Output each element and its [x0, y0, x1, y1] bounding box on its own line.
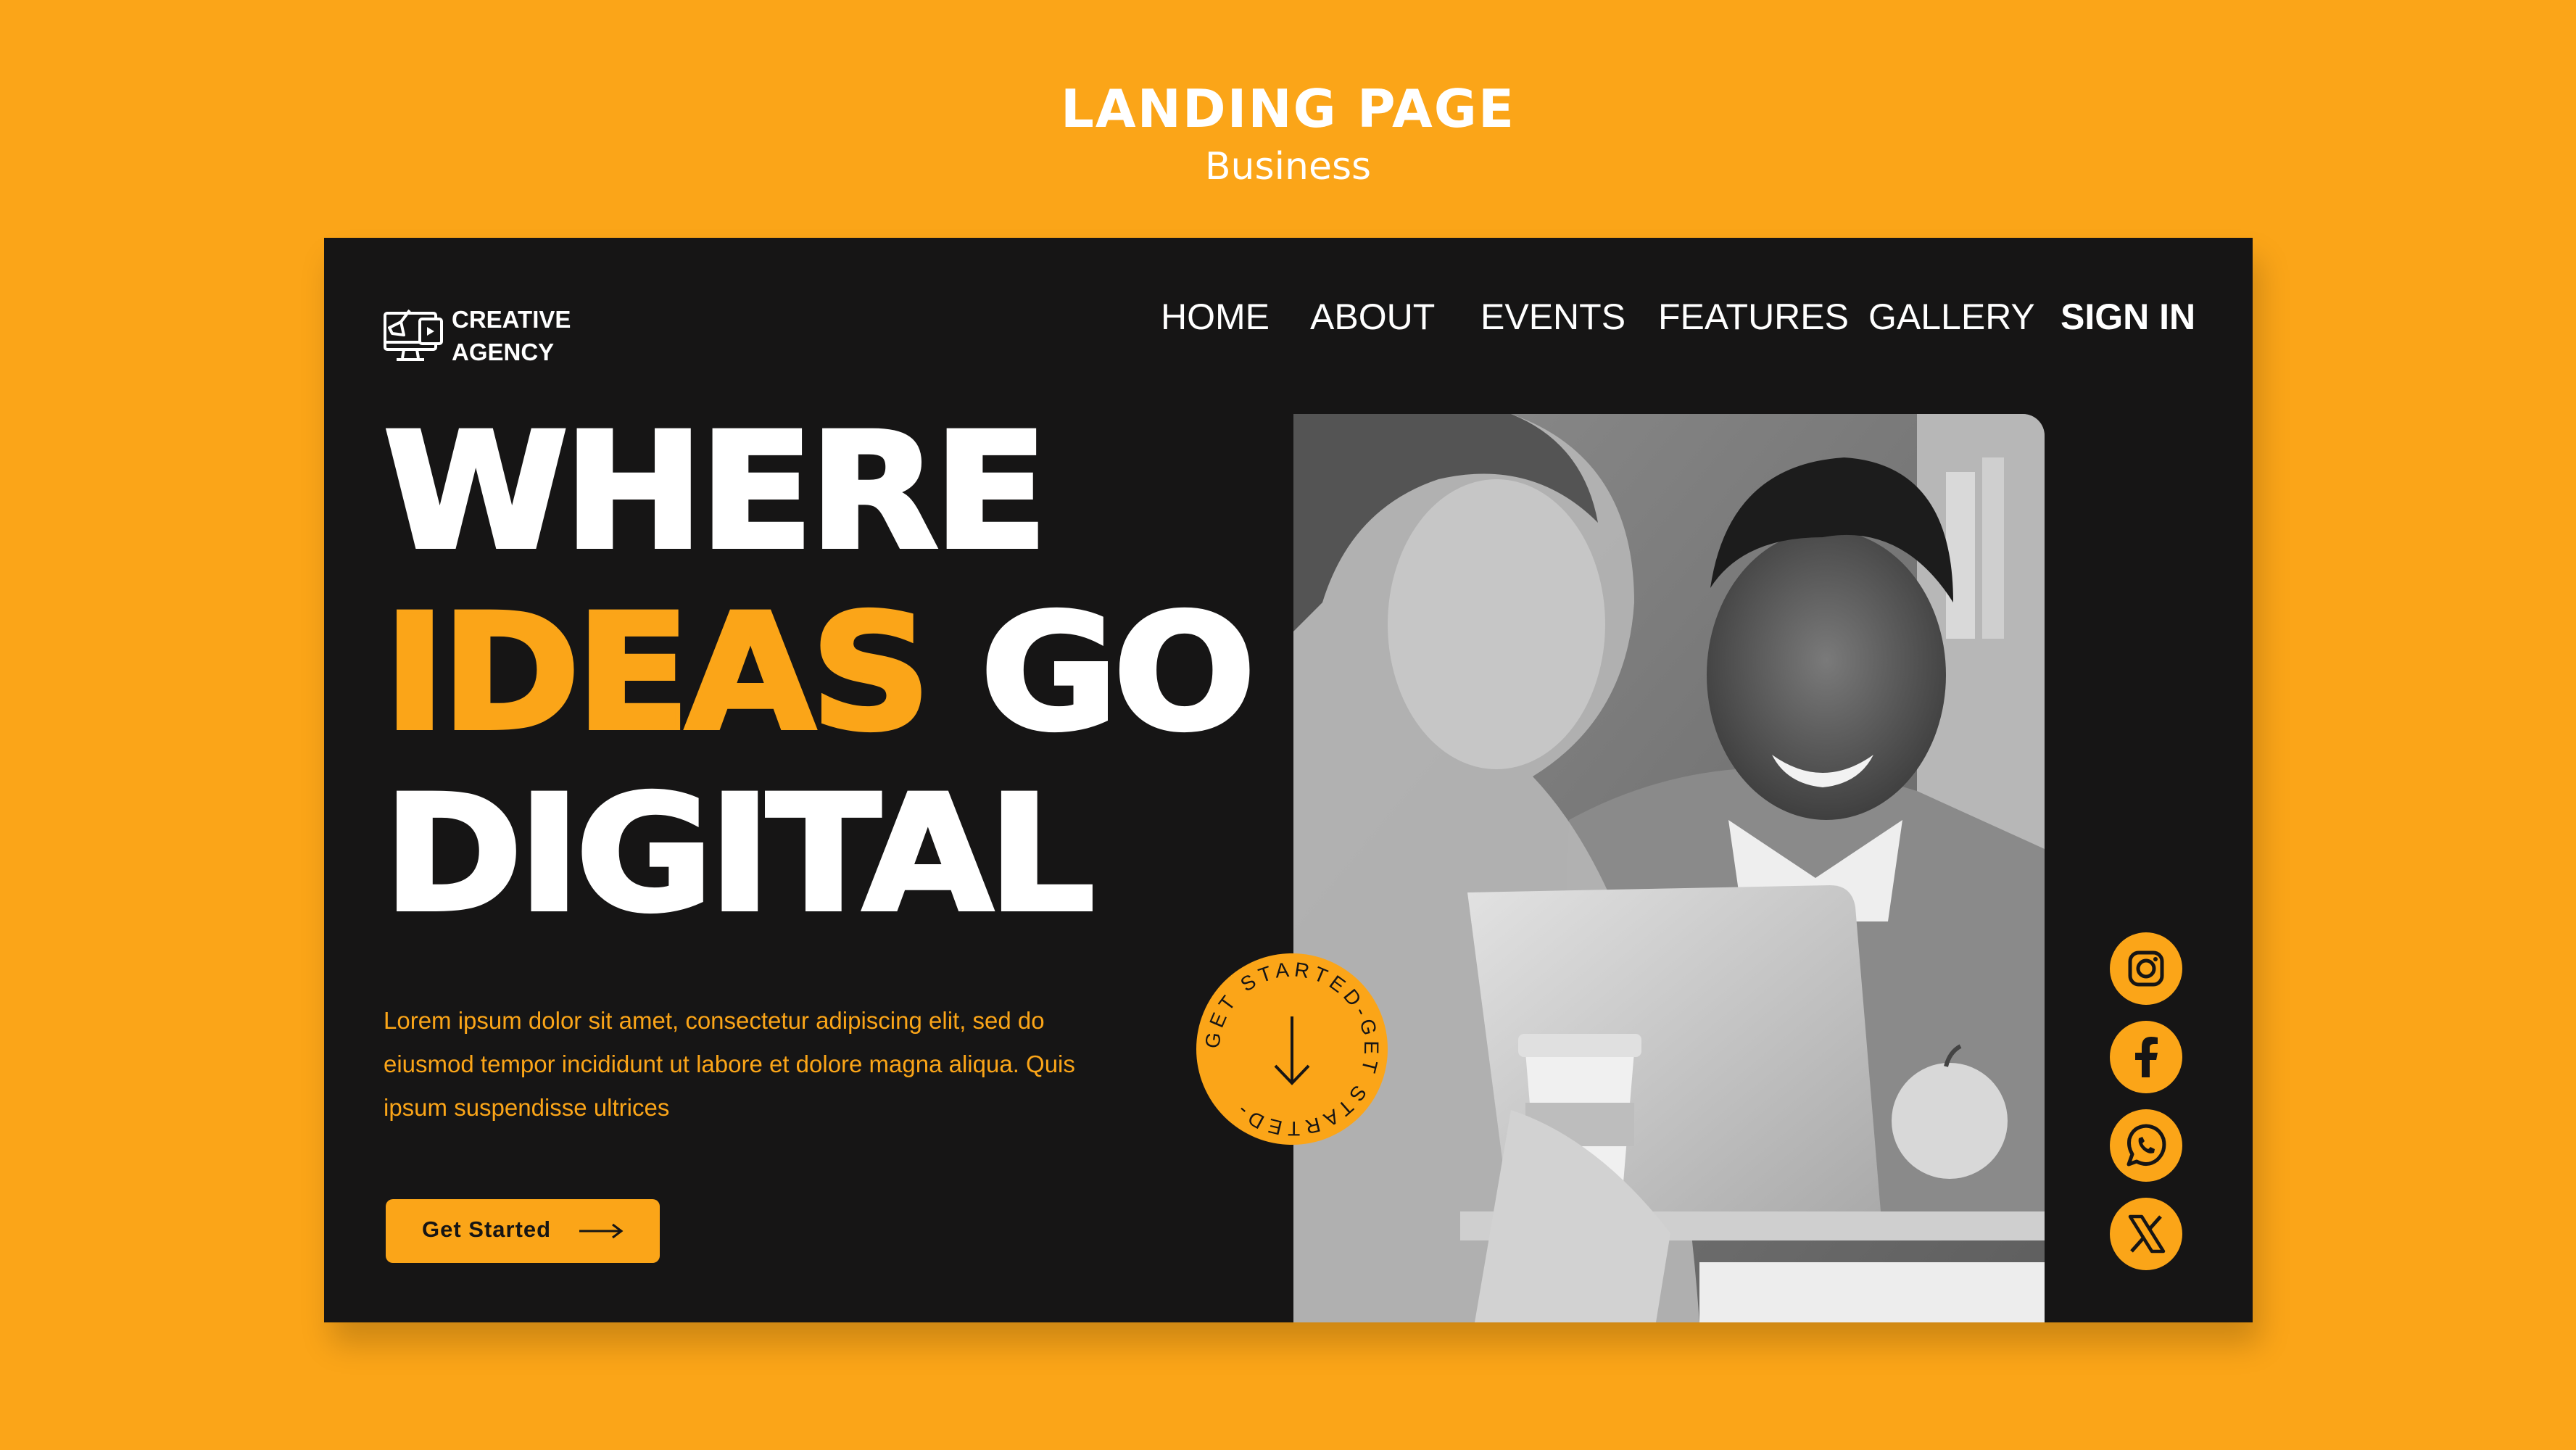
- whatsapp-icon: [2126, 1124, 2166, 1167]
- computer-megaphone-icon: [384, 309, 443, 361]
- nav-features[interactable]: FEATURES: [1658, 296, 1849, 338]
- x-icon: [2128, 1214, 2166, 1254]
- facebook-icon: [2135, 1037, 2158, 1077]
- x-button[interactable]: [2110, 1198, 2182, 1270]
- nav-about[interactable]: ABOUT: [1310, 296, 1435, 338]
- brand-name-line2: AGENCY: [452, 339, 555, 365]
- sign-in-link[interactable]: SIGN IN: [2061, 296, 2195, 338]
- get-started-label: Get Started: [422, 1217, 552, 1242]
- hero-photo: [1293, 414, 2045, 1322]
- arrow-right-icon: [579, 1223, 624, 1239]
- hero-headline-line2: IDEAS GO: [381, 591, 1258, 755]
- nav-events[interactable]: EVENTS: [1480, 296, 1625, 338]
- hero-headline-line1: WHERE: [381, 399, 1051, 584]
- page-header-title: LANDING PAGE: [1061, 78, 1515, 139]
- hero-headline-line3: DIGITAL: [381, 761, 1097, 947]
- get-started-button[interactable]: Get Started: [386, 1199, 660, 1263]
- instagram-button[interactable]: [2110, 932, 2182, 1005]
- get-started-badge[interactable]: GET STARTED-GET STARTED-: [1194, 951, 1390, 1147]
- brand-logo[interactable]: CREATIVE AGENCY: [382, 296, 614, 368]
- hero-description: Lorem ipsum dolor sit amet, consectetur …: [384, 1007, 1075, 1121]
- hero-headline-accent: IDEAS: [381, 580, 934, 766]
- brand-name: CREATIVE AGENCY: [452, 303, 571, 368]
- instagram-icon: [2128, 950, 2164, 987]
- brand-name-line1: CREATIVE: [452, 306, 571, 333]
- facebook-button[interactable]: [2110, 1021, 2182, 1093]
- hero-headline-line2-rest: GO: [927, 580, 1258, 766]
- nav-gallery[interactable]: GALLERY: [1868, 296, 2035, 338]
- nav-home[interactable]: HOME: [1161, 296, 1270, 338]
- landing-card: CREATIVE AGENCY HOME ABOUT EVENTS FEATUR…: [324, 238, 2253, 1322]
- whatsapp-button[interactable]: [2110, 1109, 2182, 1182]
- page-header-subtitle: Business: [1204, 145, 1372, 188]
